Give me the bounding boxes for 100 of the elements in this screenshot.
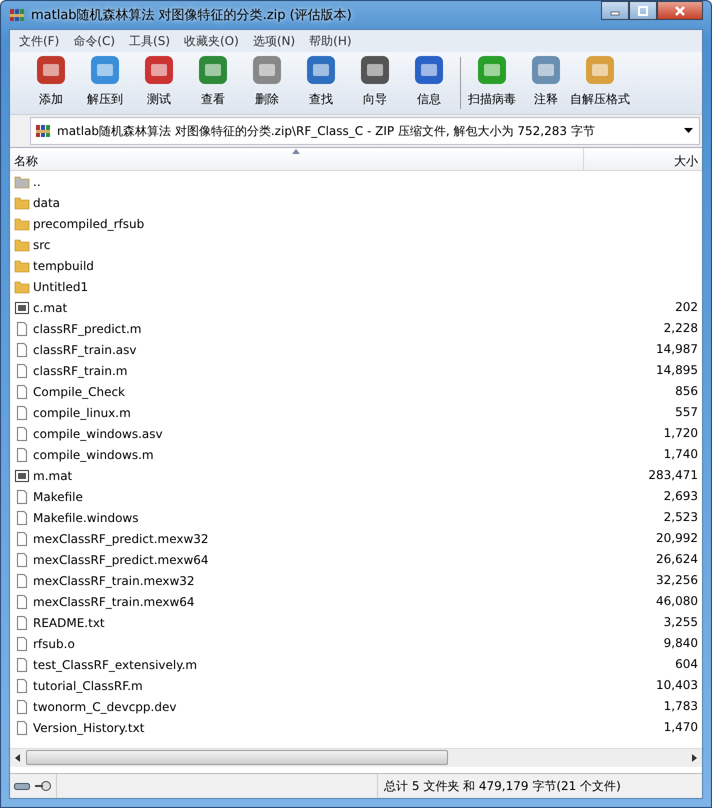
- file-size: 2,228: [664, 321, 698, 335]
- column-header[interactable]: 名称: [10, 148, 584, 170]
- menu-item[interactable]: 命令(C): [66, 32, 122, 50]
- maximize-button[interactable]: [629, 1, 657, 20]
- file-icon: [14, 426, 30, 442]
- file-name[interactable]: test_ClassRF_extensively.m: [33, 658, 198, 672]
- file-icon: [14, 342, 30, 358]
- file-size: 46,080: [656, 594, 698, 608]
- file-name[interactable]: Compile_Check: [33, 384, 125, 398]
- file-name[interactable]: src: [33, 238, 51, 252]
- address-bar[interactable]: matlab随机森林算法 对图像特征的分类.zip\RF_Class_C - ZIP 压缩文件, 解包大小为 752,283 字节: [30, 117, 700, 145]
- file-name[interactable]: Makefile.windows: [33, 510, 138, 524]
- file-size: 283,471: [648, 468, 698, 482]
- file-icon: [14, 720, 30, 736]
- file-name[interactable]: Version_History.txt: [33, 720, 144, 734]
- file-name[interactable]: data: [33, 196, 60, 210]
- file-size: 2,693: [664, 489, 698, 503]
- file-size: 202: [675, 300, 698, 314]
- file-name[interactable]: compile_windows.asv: [33, 426, 163, 440]
- file-size: 557: [675, 405, 698, 419]
- toolbar-button[interactable]: 扫描病毒: [465, 52, 519, 114]
- toolbar-button[interactable]: 删除: [240, 52, 294, 114]
- file-icon: [14, 362, 30, 378]
- file-name[interactable]: Untitled1: [33, 280, 88, 294]
- file-icon: [14, 656, 30, 672]
- toolbar-button[interactable]: 添加: [24, 52, 78, 114]
- folder-icon: [14, 278, 30, 294]
- maximize-icon: [638, 6, 648, 16]
- minimize-button[interactable]: [601, 1, 629, 20]
- file-icon: [14, 384, 30, 400]
- file-name[interactable]: mexClassRF_train.mexw32: [33, 574, 195, 588]
- close-button[interactable]: [657, 1, 703, 20]
- file-size: 3,255: [664, 615, 698, 629]
- menu-item[interactable]: 帮助(H): [302, 32, 359, 50]
- file-name[interactable]: precompiled_rfsub: [33, 216, 144, 230]
- file-name[interactable]: tutorial_ClassRF.m: [33, 678, 143, 692]
- file-size: 1,470: [664, 720, 698, 734]
- folder-icon: [14, 194, 30, 210]
- file-icon: [14, 678, 30, 694]
- file-icon: [14, 552, 30, 568]
- menu-item[interactable]: 选项(N): [246, 32, 302, 50]
- key-icon: [34, 780, 52, 792]
- file-name[interactable]: classRF_train.m: [33, 364, 128, 378]
- horizontal-scrollbar[interactable]: [10, 748, 702, 767]
- file-icon: [14, 530, 30, 546]
- file-name[interactable]: mexClassRF_train.mexw64: [33, 594, 195, 608]
- toolbar-button[interactable]: 测试: [132, 52, 186, 114]
- scroll-thumb[interactable]: [26, 750, 448, 765]
- file-size: 1,740: [664, 447, 698, 461]
- file-name[interactable]: twonorm_C_devcpp.dev: [33, 700, 176, 714]
- file-name[interactable]: mexClassRF_predict.mexw32: [33, 532, 209, 546]
- file-name[interactable]: tempbuild: [33, 258, 94, 272]
- file-icon: [14, 446, 30, 462]
- folder-icon: [14, 236, 30, 252]
- file-size: 14,895: [656, 363, 698, 377]
- file-name[interactable]: mexClassRF_predict.mexw64: [33, 552, 209, 566]
- toolbar-button[interactable]: 自解压格式: [573, 52, 627, 114]
- file-icon: [14, 404, 30, 420]
- file-name[interactable]: c.mat: [33, 300, 68, 314]
- archive-icon: [35, 123, 51, 139]
- toolbar-button[interactable]: 信息: [402, 52, 456, 114]
- archive-icon: [9, 7, 25, 23]
- status-text: 总计 5 文件夹 和 479,179 字节(21 个文件): [384, 778, 621, 794]
- data-file-icon: [14, 468, 30, 484]
- file-size: 14,987: [656, 342, 698, 356]
- file-size: 9,840: [664, 636, 698, 650]
- file-name[interactable]: rfsub.o: [33, 636, 75, 650]
- menu-item[interactable]: 收藏夹(O): [177, 32, 246, 50]
- toolbar-button[interactable]: 注释: [519, 52, 573, 114]
- file-size: 10,403: [656, 678, 698, 692]
- file-name[interactable]: ..: [33, 174, 41, 188]
- window-title: matlab随机森林算法 对图像特征的分类.zip (评估版本): [31, 7, 353, 24]
- file-size: 26,624: [656, 552, 698, 566]
- folder-icon: [14, 258, 30, 274]
- toolbar-button[interactable]: 解压到: [78, 52, 132, 114]
- file-name[interactable]: m.mat: [33, 468, 72, 482]
- file-name[interactable]: classRF_predict.m: [33, 322, 142, 336]
- close-icon: [674, 6, 686, 16]
- toolbar-button[interactable]: 向导: [348, 52, 402, 114]
- menu-item[interactable]: 工具(S): [122, 32, 177, 50]
- file-icon: [14, 510, 30, 526]
- sort-arrow-icon: [292, 149, 300, 154]
- file-name[interactable]: classRF_train.asv: [33, 342, 136, 356]
- toolbar-button[interactable]: 查找: [294, 52, 348, 114]
- file-size: 1,720: [664, 426, 698, 440]
- file-size: 604: [675, 657, 698, 671]
- file-name[interactable]: Makefile: [33, 490, 83, 504]
- file-size: 32,256: [656, 573, 698, 587]
- file-name[interactable]: README.txt: [33, 616, 105, 630]
- menu-item[interactable]: 文件(F): [12, 32, 66, 50]
- toolbar-button[interactable]: 查看: [186, 52, 240, 114]
- file-size: 856: [675, 384, 698, 398]
- file-size: 2,523: [664, 510, 698, 524]
- dropdown-arrow-icon: [684, 128, 693, 134]
- folder-icon: [14, 216, 30, 232]
- column-header[interactable]: 大小: [584, 148, 702, 170]
- file-name[interactable]: compile_linux.m: [33, 406, 131, 420]
- file-name[interactable]: compile_windows.m: [33, 448, 154, 462]
- file-icon: [14, 488, 30, 504]
- data-file-icon: [14, 300, 30, 316]
